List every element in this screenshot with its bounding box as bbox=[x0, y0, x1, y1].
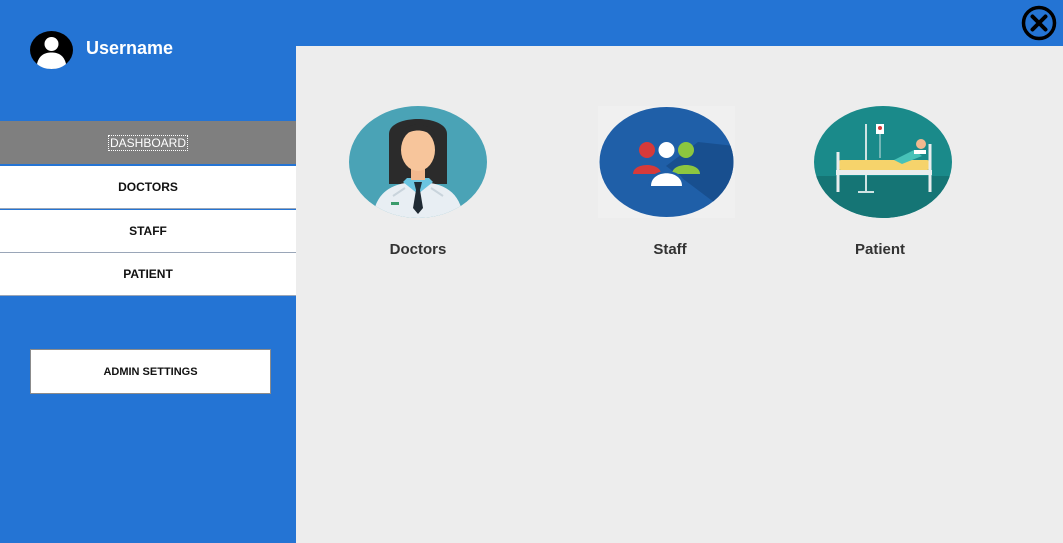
staff-tile-label: Staff bbox=[653, 241, 687, 258]
admin-settings-label: ADMIN SETTINGS bbox=[103, 365, 198, 378]
nav-staff[interactable]: STAFF bbox=[0, 210, 296, 253]
nav-dashboard[interactable]: DASHBOARD bbox=[0, 121, 296, 165]
doctor-icon bbox=[349, 106, 487, 218]
patient-tile[interactable] bbox=[814, 106, 952, 223]
nav-doctors-label: DOCTORS bbox=[118, 180, 178, 194]
staff-group-icon bbox=[598, 106, 735, 218]
close-icon[interactable] bbox=[1021, 5, 1057, 41]
patient-bed-icon bbox=[814, 106, 952, 218]
nav-dashboard-label: DASHBOARD bbox=[107, 134, 189, 151]
nav-doctors[interactable]: DOCTORS bbox=[0, 166, 296, 209]
user-avatar-icon bbox=[30, 31, 73, 69]
doctors-tile-label: Doctors bbox=[389, 241, 447, 258]
staff-tile[interactable] bbox=[598, 106, 735, 223]
admin-settings-button[interactable]: ADMIN SETTINGS bbox=[30, 349, 271, 394]
nav-staff-label: STAFF bbox=[129, 224, 167, 238]
nav-patient-label: PATIENT bbox=[123, 267, 173, 281]
sidebar: Username DASHBOARD DOCTORS STAFF PATIENT… bbox=[0, 0, 296, 543]
patient-tile-label: Patient bbox=[854, 241, 906, 258]
nav-patient[interactable]: PATIENT bbox=[0, 253, 296, 296]
doctors-tile[interactable] bbox=[349, 106, 487, 223]
username-label: Username bbox=[86, 38, 174, 58]
